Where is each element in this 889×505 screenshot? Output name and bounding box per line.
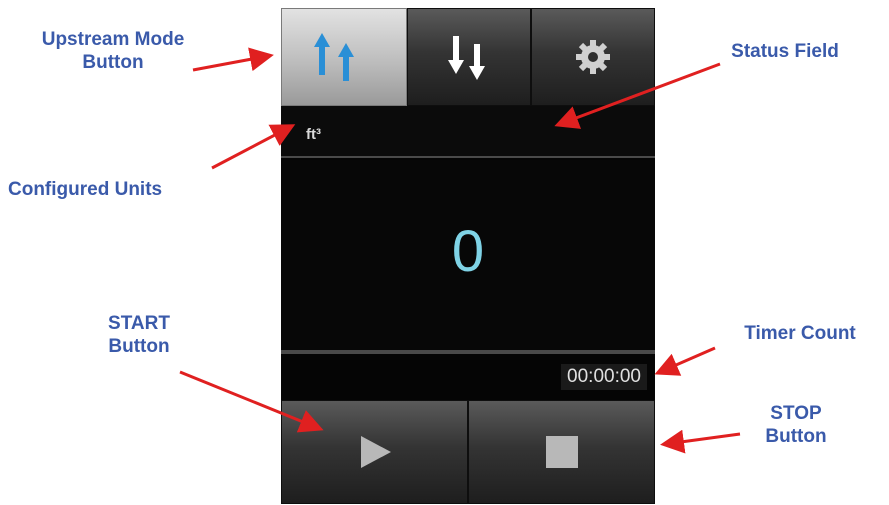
arrow-upstream (192, 47, 274, 72)
arrow-stop (660, 429, 741, 454)
arrow-status-field (554, 62, 721, 129)
callout-arrows (179, 47, 741, 454)
arrow-start (179, 370, 324, 433)
arrow-timer-count (654, 346, 716, 376)
arrow-configured-units (211, 124, 296, 170)
